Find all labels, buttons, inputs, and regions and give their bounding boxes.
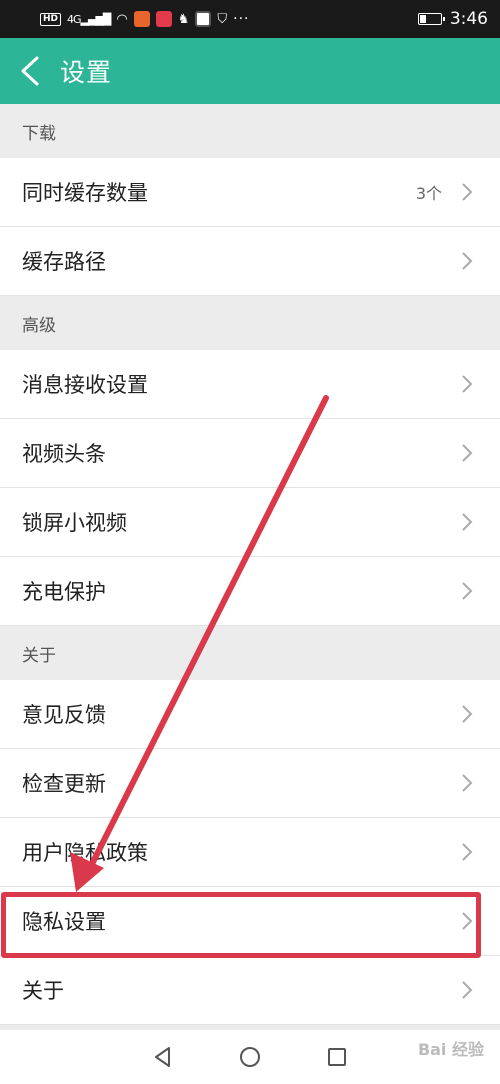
setting-item-privacy-policy[interactable]: 用户隐私政策	[0, 818, 500, 887]
qq-icon: ♞	[177, 11, 190, 27]
app-notification-icon	[133, 11, 150, 27]
setting-item-about[interactable]: 关于	[0, 956, 500, 1025]
setting-label: 充电保护	[22, 580, 106, 604]
setting-item-charging-protection[interactable]: 充电保护	[0, 557, 500, 626]
section-header-advanced: 高级	[0, 296, 500, 350]
chevron-right-icon	[454, 509, 480, 535]
page-title: 设置	[60, 58, 113, 87]
setting-label: 检查更新	[22, 772, 106, 796]
section-header-about: 关于	[0, 626, 500, 680]
wifi-icon: ◠	[116, 11, 128, 27]
setting-label: 同时缓存数量	[22, 181, 148, 205]
chevron-right-icon	[454, 770, 480, 796]
setting-label: 消息接收设置	[22, 373, 148, 397]
section-header-download: 下载	[0, 104, 500, 158]
setting-item-feedback[interactable]: 意见反馈	[0, 680, 500, 749]
nav-recents-button[interactable]	[317, 1037, 357, 1077]
back-button[interactable]	[0, 38, 60, 104]
shield-icon: ⛉	[217, 11, 228, 27]
chevron-right-icon	[454, 179, 480, 205]
settings-list: 下载 同时缓存数量 3个 缓存路径 高级 消息接收设置 视频头条 锁屏小视频 充…	[0, 104, 500, 1025]
setting-value: 3个	[415, 184, 442, 203]
chevron-right-icon	[454, 977, 480, 1003]
setting-item-cache-path[interactable]: 缓存路径	[0, 227, 500, 296]
square-recents-icon	[327, 1048, 346, 1066]
setting-item-video-headline[interactable]: 视频头条	[0, 419, 500, 488]
chevron-right-icon	[454, 701, 480, 727]
setting-label: 意见反馈	[22, 703, 106, 727]
circle-home-icon	[239, 1047, 260, 1067]
hd-icon: HD	[40, 12, 62, 26]
baidu-watermark: Bai 经验	[417, 1040, 484, 1059]
signal-icon: 4G▂▄▆█	[67, 12, 111, 26]
setting-label: 关于	[22, 979, 64, 1003]
triangle-back-icon	[155, 1047, 171, 1067]
app-header: 设置	[0, 38, 500, 104]
message-icon	[195, 11, 212, 27]
nav-home-button[interactable]	[230, 1037, 270, 1077]
nav-back-button[interactable]	[143, 1037, 183, 1077]
setting-item-check-update[interactable]: 检查更新	[0, 749, 500, 818]
setting-item-cache-count[interactable]: 同时缓存数量 3个	[0, 158, 500, 227]
clock: 3:46	[449, 9, 488, 29]
setting-label: 锁屏小视频	[22, 511, 127, 535]
chevron-right-icon	[454, 839, 480, 865]
chevron-right-icon	[454, 248, 480, 274]
setting-item-lockscreen-video[interactable]: 锁屏小视频	[0, 488, 500, 557]
chevron-right-icon	[454, 578, 480, 604]
setting-label: 缓存路径	[22, 250, 106, 274]
setting-label: 用户隐私政策	[22, 841, 148, 865]
setting-label: 视频头条	[22, 442, 106, 466]
more-dots-icon: ···	[233, 11, 250, 27]
app-notification-icon	[155, 11, 172, 27]
network-type: 4G	[67, 12, 81, 26]
chevron-left-icon	[21, 56, 39, 86]
battery-icon	[417, 13, 445, 25]
chevron-right-icon	[454, 371, 480, 397]
status-bar: HD 4G▂▄▆█ ◠ ♞ ⛉ ··· 3:46	[0, 0, 500, 38]
setting-item-message-receive[interactable]: 消息接收设置	[0, 350, 500, 419]
chevron-right-icon	[454, 440, 480, 466]
annotation-highlight-box	[1, 892, 481, 958]
